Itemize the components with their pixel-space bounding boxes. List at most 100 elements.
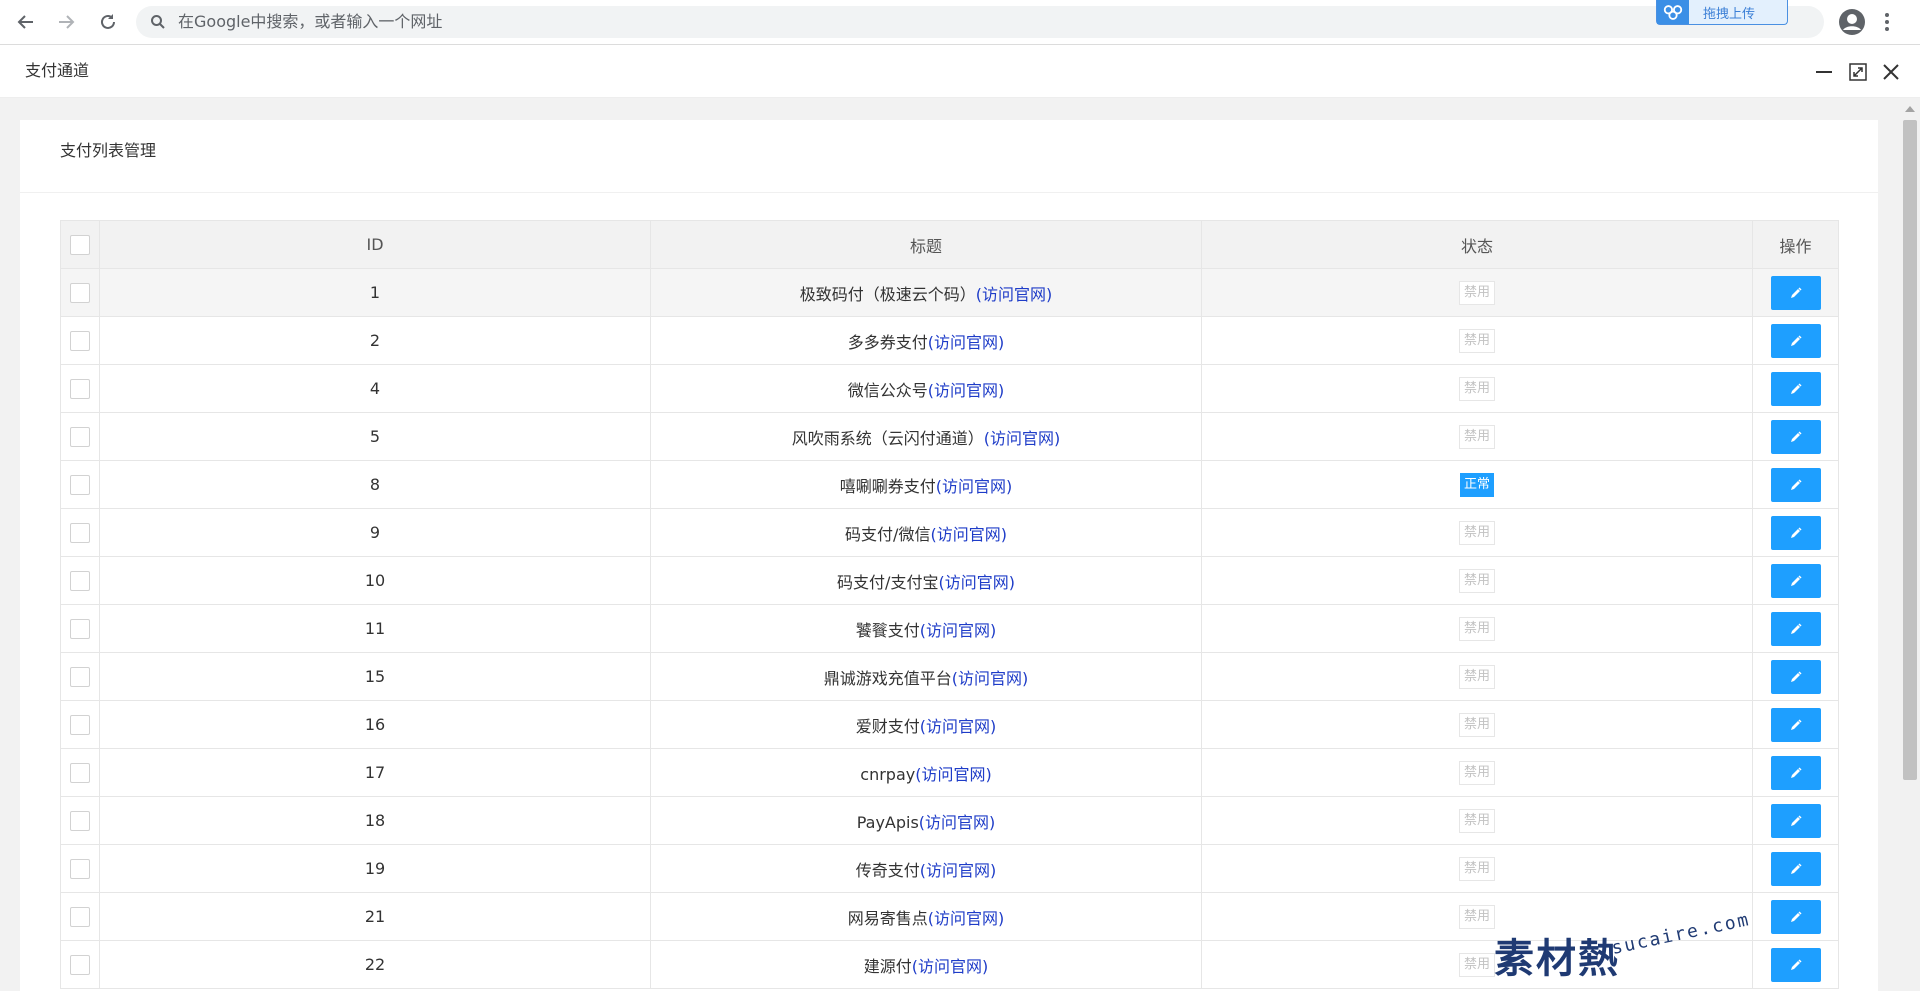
status-badge[interactable]: 禁用 (1458, 280, 1495, 305)
edit-button[interactable] (1770, 323, 1821, 358)
row-select-cell[interactable] (60, 412, 100, 461)
row-select-cell[interactable] (60, 844, 100, 893)
visit-site-link[interactable]: (访问官网) (984, 429, 1061, 448)
status-badge[interactable]: 禁用 (1458, 712, 1495, 737)
row-select-cell[interactable] (60, 892, 100, 941)
maximize-icon[interactable] (1849, 63, 1867, 81)
row-checkbox[interactable] (70, 474, 90, 495)
edit-button[interactable] (1770, 947, 1821, 982)
scrollbar-thumb[interactable] (1903, 120, 1917, 780)
row-select-cell[interactable] (60, 556, 100, 605)
edit-button[interactable] (1770, 467, 1821, 502)
row-checkbox[interactable] (70, 762, 90, 783)
visit-site-link[interactable]: (访问官网) (928, 381, 1005, 400)
row-select-cell[interactable] (60, 940, 100, 989)
visit-site-link[interactable]: (访问官网) (915, 765, 992, 784)
row-checkbox[interactable] (70, 906, 90, 927)
visit-site-link[interactable]: (访问官网) (928, 909, 1005, 928)
status-badge[interactable]: 禁用 (1458, 760, 1495, 785)
edit-button[interactable] (1770, 371, 1821, 406)
edit-button[interactable] (1770, 899, 1821, 934)
row-checkbox[interactable] (70, 426, 90, 447)
row-checkbox[interactable] (70, 666, 90, 687)
edit-button[interactable] (1770, 611, 1821, 646)
row-title: 传奇支付 (855, 860, 920, 880)
visit-site-link[interactable]: (访问官网) (920, 861, 997, 880)
address-bar[interactable]: 在Google中搜索，或者输入一个网址 (136, 6, 1824, 38)
row-select-cell[interactable] (60, 316, 100, 365)
row-actions-cell (1752, 700, 1839, 749)
row-checkbox[interactable] (70, 282, 90, 303)
visit-site-link[interactable]: (访问官网) (920, 717, 997, 736)
row-status-cell: 禁用 (1201, 508, 1753, 557)
row-title-cell: cnrpay(访问官网) (650, 748, 1202, 797)
status-badge[interactable]: 禁用 (1458, 328, 1495, 353)
status-badge[interactable]: 禁用 (1458, 664, 1495, 689)
upload-widget[interactable]: 拖拽上传 (1656, 0, 1788, 25)
row-id: 2 (99, 316, 651, 365)
status-badge[interactable]: 禁用 (1458, 376, 1495, 401)
row-checkbox[interactable] (70, 954, 90, 975)
row-select-cell[interactable] (60, 364, 100, 413)
table-row: 15 鼎诚游戏充值平台(访问官网) 禁用 (60, 652, 1839, 701)
visit-site-link[interactable]: (访问官网) (952, 669, 1029, 688)
row-checkbox[interactable] (70, 522, 90, 543)
row-checkbox[interactable] (70, 330, 90, 351)
close-icon[interactable] (1882, 63, 1900, 81)
kebab-menu-icon[interactable] (1884, 12, 1890, 32)
scroll-up-arrow-icon[interactable] (1905, 106, 1915, 112)
edit-button[interactable] (1770, 659, 1821, 694)
visit-site-link[interactable]: (访问官网) (919, 813, 996, 832)
row-id: 9 (99, 508, 651, 557)
visit-site-link[interactable]: (访问官网) (936, 477, 1013, 496)
row-checkbox[interactable] (70, 714, 90, 735)
row-actions-cell (1752, 460, 1839, 509)
row-checkbox[interactable] (70, 378, 90, 399)
visit-site-link[interactable]: (访问官网) (920, 621, 997, 640)
edit-button[interactable] (1770, 563, 1821, 598)
row-select-cell[interactable] (60, 460, 100, 509)
reload-icon[interactable] (96, 10, 120, 34)
status-badge[interactable]: 禁用 (1458, 904, 1495, 929)
edit-button[interactable] (1770, 707, 1821, 742)
edit-button[interactable] (1770, 755, 1821, 790)
visit-site-link[interactable]: (访问官网) (976, 285, 1053, 304)
select-all-checkbox[interactable] (70, 234, 90, 255)
profile-icon[interactable] (1838, 8, 1866, 36)
row-select-cell[interactable] (60, 748, 100, 797)
visit-site-link[interactable]: (访问官网) (938, 573, 1015, 592)
visit-site-link[interactable]: (访问官网) (912, 957, 989, 976)
row-checkbox[interactable] (70, 858, 90, 879)
row-select-cell[interactable] (60, 604, 100, 653)
edit-button[interactable] (1770, 851, 1821, 886)
row-checkbox[interactable] (70, 618, 90, 639)
vertical-scrollbar[interactable] (1900, 98, 1920, 991)
edit-button[interactable] (1770, 419, 1821, 454)
back-arrow-icon[interactable] (14, 10, 38, 34)
row-select-cell[interactable] (60, 796, 100, 845)
status-badge[interactable]: 正常 (1459, 472, 1494, 497)
row-select-cell[interactable] (60, 652, 100, 701)
select-all-cell[interactable] (60, 220, 100, 269)
minimize-icon[interactable] (1815, 63, 1833, 81)
edit-button[interactable] (1770, 515, 1821, 550)
row-title: 网易寄售点 (847, 908, 928, 928)
status-badge[interactable]: 禁用 (1458, 616, 1495, 641)
status-badge[interactable]: 禁用 (1458, 952, 1495, 977)
status-badge[interactable]: 禁用 (1458, 424, 1495, 449)
row-select-cell[interactable] (60, 700, 100, 749)
edit-button[interactable] (1770, 803, 1821, 838)
row-select-cell[interactable] (60, 268, 100, 317)
row-checkbox[interactable] (70, 810, 90, 831)
row-select-cell[interactable] (60, 508, 100, 557)
visit-site-link[interactable]: (访问官网) (928, 333, 1005, 352)
status-badge[interactable]: 禁用 (1458, 568, 1495, 593)
row-checkbox[interactable] (70, 570, 90, 591)
visit-site-link[interactable]: (访问官网) (930, 525, 1007, 544)
forward-arrow-icon[interactable] (54, 10, 78, 34)
status-badge[interactable]: 禁用 (1458, 856, 1495, 881)
edit-button[interactable] (1770, 275, 1821, 310)
status-badge[interactable]: 禁用 (1458, 808, 1495, 833)
row-status-cell: 禁用 (1201, 412, 1753, 461)
status-badge[interactable]: 禁用 (1458, 520, 1495, 545)
